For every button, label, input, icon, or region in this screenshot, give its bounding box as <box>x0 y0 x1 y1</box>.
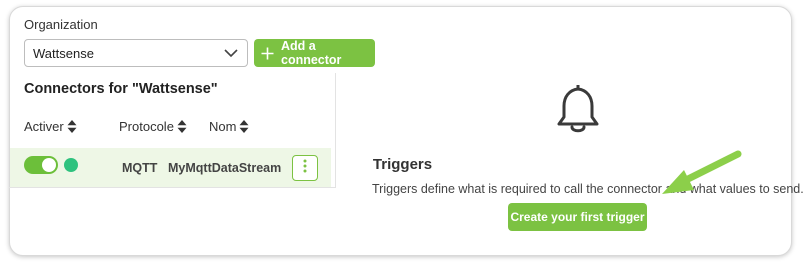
sort-icon <box>239 120 249 133</box>
organization-select-value: Wattsense <box>33 46 94 61</box>
column-header-nom[interactable]: Nom <box>209 119 249 134</box>
column-header-label: Protocole <box>119 119 174 134</box>
sort-icon <box>67 120 77 133</box>
panel-divider <box>9 187 336 188</box>
plus-icon <box>261 47 274 60</box>
add-connector-label: Add a connector <box>281 39 342 67</box>
pointer-arrow-icon <box>640 150 745 215</box>
create-trigger-button[interactable]: Create your first trigger <box>508 203 647 231</box>
column-header-label: Nom <box>209 119 237 134</box>
connectors-title: Connectors for "Wattsense" <box>24 81 218 97</box>
chevron-down-icon <box>223 45 239 64</box>
create-trigger-label: Create your first trigger <box>510 210 645 224</box>
column-header-label: Activer <box>24 119 64 134</box>
organization-label: Organization <box>24 17 98 32</box>
column-header-activer[interactable]: Activer <box>24 119 77 134</box>
sort-icon <box>177 120 187 133</box>
column-header-protocole[interactable]: Protocole <box>119 119 187 134</box>
organization-select[interactable]: Wattsense <box>24 39 248 67</box>
add-connector-button[interactable]: Add a connector <box>254 39 375 67</box>
bell-icon <box>554 82 602 141</box>
